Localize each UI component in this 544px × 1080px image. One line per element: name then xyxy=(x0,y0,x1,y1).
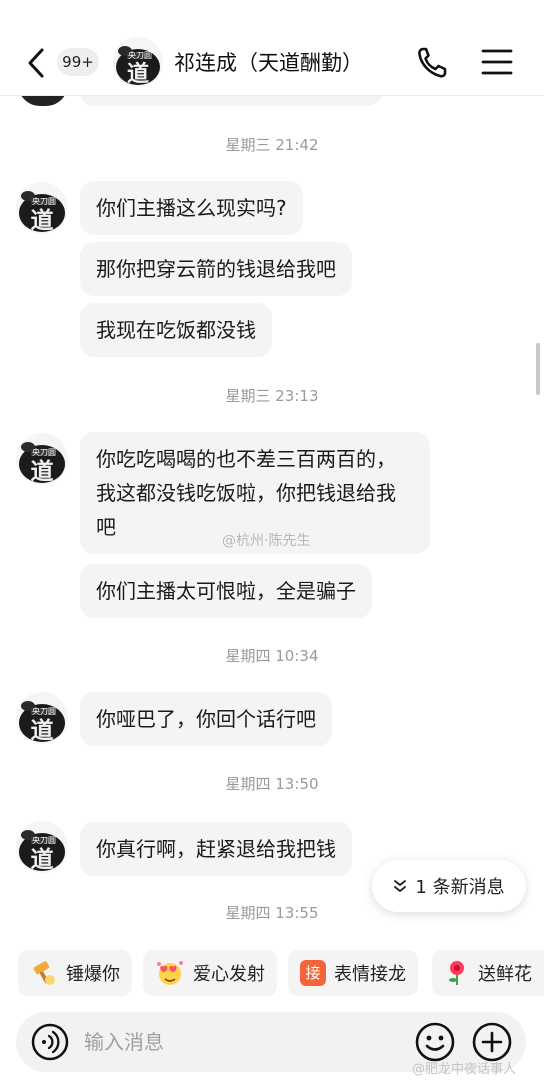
emoji-relay-icon: 接 xyxy=(300,960,326,986)
avatar-caption: 央刀圆 xyxy=(128,50,152,60)
avatar-caption: 央刀圆 xyxy=(32,706,56,716)
emoji-icon[interactable] xyxy=(414,1021,456,1063)
menu-icon[interactable] xyxy=(480,46,514,78)
chat-header: 99+ 央刀圆 道 祁连成（天道酬勤） xyxy=(0,0,544,96)
new-message-label: 1 条新消息 xyxy=(415,877,505,898)
avatar-glyph: 道 xyxy=(31,207,54,234)
message-list[interactable]: 星期三 21:42 央刀圆道 你们主播这么现实吗? 那你把穿云箭的钱退给我吧 我… xyxy=(0,96,544,934)
heart-face-icon xyxy=(157,961,183,985)
double-chevron-down-icon xyxy=(394,880,407,892)
sender-avatar[interactable]: 央刀圆道 xyxy=(16,433,68,485)
message-bubble[interactable]: 我现在吃饭都没钱 xyxy=(80,303,272,357)
new-message-button[interactable]: 1 条新消息 xyxy=(372,860,526,912)
avatar-caption: 央刀圆 xyxy=(32,196,56,206)
bottom-watermark: @肥龙中夜话事人 xyxy=(412,1062,517,1077)
quick-actions-bar: 锤爆你 爱心发射 接 表情接龙 送鲜花 xyxy=(0,950,544,998)
sender-avatar[interactable]: 央刀圆道 xyxy=(16,182,68,234)
hammer-icon xyxy=(33,961,55,985)
quick-action-hammer[interactable]: 锤爆你 xyxy=(18,950,132,996)
avatar-glyph: 道 xyxy=(31,846,54,873)
scrollbar[interactable] xyxy=(536,343,540,395)
message-bubble[interactable]: 那你把穿云箭的钱退给我吧 xyxy=(80,242,352,296)
timestamp: 星期四 13:50 xyxy=(225,775,319,793)
message-bubble[interactable]: 你真行啊，赶紧退给我把钱 xyxy=(80,822,352,876)
avatar-caption: 央刀圆 xyxy=(32,835,56,845)
phone-call-icon[interactable] xyxy=(416,44,450,80)
avatar-glyph: 道 xyxy=(31,717,54,744)
partial-avatar xyxy=(18,96,68,106)
message-bubble[interactable]: 你哑巴了，你回个话行吧 xyxy=(80,692,332,746)
quick-action-relay[interactable]: 接 表情接龙 xyxy=(288,950,418,996)
contact-avatar[interactable]: 央刀圆 道 xyxy=(113,37,163,87)
plus-icon[interactable] xyxy=(471,1021,513,1063)
message-bubble[interactable]: 你们主播太可恨啦，全是骗子 xyxy=(80,564,372,618)
avatar-glyph: 道 xyxy=(127,61,149,87)
sender-avatar[interactable]: 央刀圆道 xyxy=(16,692,68,744)
quick-action-heart[interactable]: 爱心发射 xyxy=(143,950,277,996)
unread-count-badge: 99+ xyxy=(57,48,99,76)
image-watermark: @杭州·陈先生 xyxy=(222,533,311,549)
back-arrow-icon[interactable] xyxy=(18,40,54,86)
timestamp: 星期三 21:42 xyxy=(225,136,319,154)
avatar-caption: 央刀圆 xyxy=(32,447,56,457)
timestamp: 星期四 10:34 xyxy=(225,647,319,665)
flower-icon xyxy=(449,961,464,985)
message-bubble[interactable]: 你们主播这么现实吗? xyxy=(80,181,303,235)
message-input[interactable] xyxy=(84,1028,384,1056)
partial-message-bubble xyxy=(80,96,382,106)
sender-avatar[interactable]: 央刀圆道 xyxy=(16,821,68,873)
avatar-glyph: 道 xyxy=(31,458,54,485)
voice-input-icon[interactable] xyxy=(30,1022,70,1062)
timestamp: 星期三 23:13 xyxy=(225,387,319,405)
quick-action-flower[interactable]: 送鲜花 xyxy=(432,950,544,996)
contact-name-title[interactable]: 祁连成（天道酬勤） xyxy=(174,47,363,77)
